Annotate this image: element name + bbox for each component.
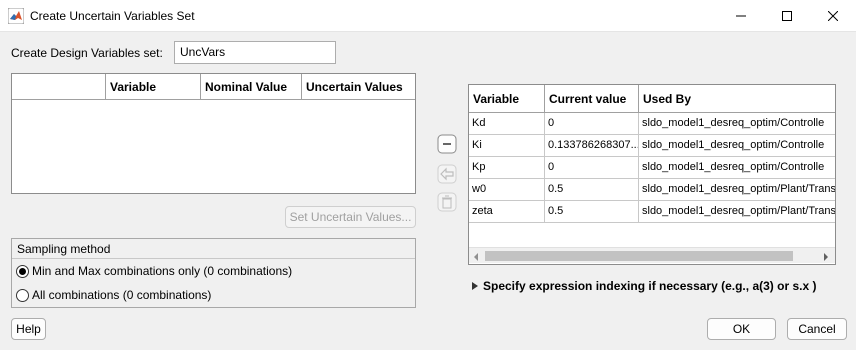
column-header-variable[interactable]: Variable xyxy=(106,74,201,99)
maximize-button[interactable] xyxy=(764,0,810,32)
scroll-left-icon[interactable] xyxy=(472,251,480,265)
minimize-button[interactable] xyxy=(718,0,764,32)
expression-indexing-toggle[interactable]: Specify expression indexing if necessary… xyxy=(472,279,816,293)
cell-used-by: sldo_model1_desreq_optim/Controlle xyxy=(642,117,825,129)
column-header-nominal-value[interactable]: Nominal Value xyxy=(201,74,302,99)
design-set-label: Create Design Variables set: xyxy=(11,46,163,60)
cell-used-by: sldo_model1_desreq_optim/Plant/Transfe xyxy=(642,183,835,195)
window-title: Create Uncertain Variables Set xyxy=(30,9,195,23)
delete-button[interactable] xyxy=(437,192,457,215)
table-row[interactable]: Kd 0 sldo_model1_desreq_optim/Controlle xyxy=(469,113,835,135)
close-button[interactable] xyxy=(810,0,856,32)
column-header-variable[interactable]: Variable xyxy=(469,85,545,112)
cancel-button[interactable]: Cancel xyxy=(787,318,847,340)
variables-table-header: Variable Current value Used By xyxy=(469,85,835,113)
scroll-thumb[interactable] xyxy=(485,251,793,261)
arrow-left-icon xyxy=(437,164,457,187)
radio-min-max-combinations[interactable]: Min and Max combinations only (0 combina… xyxy=(12,260,415,282)
cell-used-by: sldo_model1_desreq_optim/Controlle xyxy=(642,161,825,173)
cell-current-value: 0 xyxy=(545,157,639,178)
cell-variable: Kd xyxy=(469,113,545,134)
close-icon xyxy=(828,11,838,21)
cell-current-value: 0.5 xyxy=(545,201,639,222)
title-bar: Create Uncertain Variables Set xyxy=(0,0,856,32)
radio-dot-icon xyxy=(19,267,26,275)
ok-button[interactable]: OK xyxy=(707,318,776,340)
minimize-icon xyxy=(736,11,746,21)
matlab-app-icon xyxy=(7,7,25,25)
sampling-method-group: Sampling method Min and Max combinations… xyxy=(11,238,416,308)
table-row[interactable]: Kp 0 sldo_model1_desreq_optim/Controlle xyxy=(469,157,835,179)
radio-all-combinations[interactable]: All combinations (0 combinations) xyxy=(12,284,415,306)
cell-variable: Ki xyxy=(469,135,545,156)
expand-triangle-icon xyxy=(472,279,478,293)
design-set-name-field[interactable]: UncVars xyxy=(174,41,336,64)
radio-button-unselected[interactable] xyxy=(16,288,29,302)
cell-variable: Kp xyxy=(469,157,545,178)
radio-min-max-label: Min and Max combinations only (0 combina… xyxy=(32,264,293,278)
uncertain-variables-table[interactable]: Variable Nominal Value Uncertain Values xyxy=(11,73,416,194)
column-header-current-value[interactable]: Current value xyxy=(545,85,639,112)
cell-current-value: 0 xyxy=(545,113,639,134)
set-uncertain-values-button[interactable]: Set Uncertain Values... xyxy=(285,206,416,228)
table-row[interactable]: w0 0.5 sldo_model1_desreq_optim/Plant/Tr… xyxy=(469,179,835,201)
trash-icon xyxy=(437,192,457,215)
column-header-uncertain-values[interactable]: Uncertain Values xyxy=(302,74,415,99)
column-header-select[interactable] xyxy=(12,74,106,99)
cell-used-by: sldo_model1_desreq_optim/Plant/Transfe xyxy=(642,205,835,217)
move-left-button[interactable] xyxy=(437,164,457,187)
sampling-method-title: Sampling method xyxy=(12,239,415,259)
uncertain-table-header: Variable Nominal Value Uncertain Values xyxy=(12,74,415,100)
cell-used-by: sldo_model1_desreq_optim/Controlle xyxy=(642,139,825,151)
variables-table[interactable]: Variable Current value Used By Kd 0 sldo… xyxy=(468,84,836,265)
radio-button-selected[interactable] xyxy=(16,264,29,278)
scroll-right-icon[interactable] xyxy=(822,251,830,265)
cell-current-value: 0.5 xyxy=(545,179,639,200)
table-row[interactable]: Ki 0.133786268307... sldo_model1_desreq_… xyxy=(469,135,835,157)
cell-variable: w0 xyxy=(469,179,545,200)
table-row[interactable]: zeta 0.5 sldo_model1_desreq_optim/Plant/… xyxy=(469,201,835,223)
radio-all-label: All combinations (0 combinations) xyxy=(32,288,212,302)
cell-current-value: 0.133786268307... xyxy=(545,135,639,156)
maximize-icon xyxy=(782,11,792,21)
cell-variable: zeta xyxy=(469,201,545,222)
column-header-used-by[interactable]: Used By xyxy=(639,85,835,112)
minus-icon xyxy=(437,134,457,157)
horizontal-scrollbar[interactable] xyxy=(469,247,835,263)
remove-button[interactable] xyxy=(437,134,457,157)
help-button[interactable]: Help xyxy=(11,318,46,340)
expression-indexing-label: Specify expression indexing if necessary… xyxy=(483,279,817,293)
